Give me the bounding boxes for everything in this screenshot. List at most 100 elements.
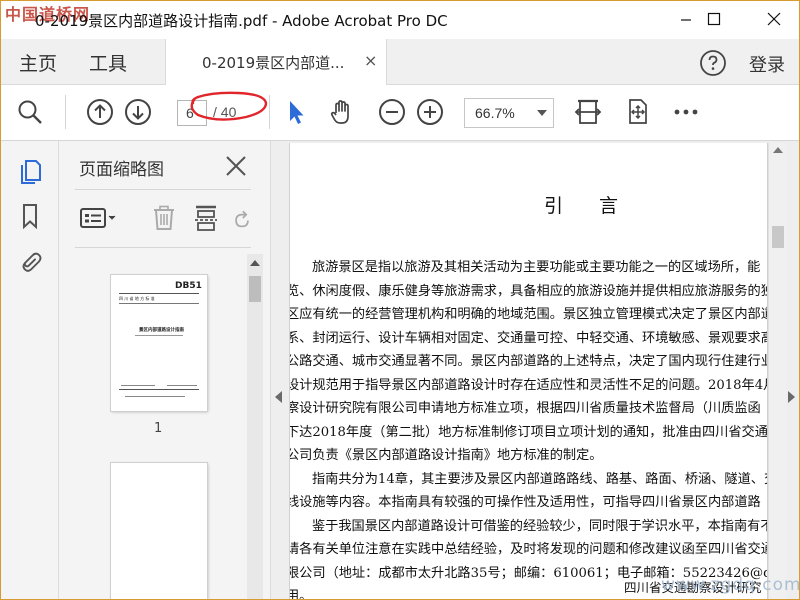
document-text-line: 旅游景区是指以旅游及其相关活动为主要功能或主要功能之一的区域场所，能 [312,260,761,275]
maximize-icon [707,12,721,26]
scroll-up-icon[interactable] [250,260,260,266]
login-button[interactable]: 登录 [749,51,785,77]
close-icon [767,12,781,26]
document-scrollbar[interactable] [768,143,786,599]
thumbnail-standard-code: DB51 [175,281,202,291]
thumbnail-rule [119,293,199,294]
chevron-down-icon[interactable] [537,110,547,116]
document-view: 引言 旅游景区是指以旅游及其相关活动为主要功能或主要功能之一的区域场所，能览、休… [271,141,799,600]
document-text-line: 览、休闲度假、康乐健身等旅游需求，具备相应的旅游设施并提供相应旅游服务的独 [289,283,768,299]
search-button[interactable] [15,97,45,127]
document-text-line: 指南共分为14章，其主要涉及景区内部道路路线、路基、路面、桥涵、隧道、交 [312,471,768,487]
page-break-icon [195,205,217,231]
home-tab[interactable]: 主页 [19,49,57,76]
document-text-line: 公路交通、城市交通显著不同。景区内部道路的上述特点，决定了国内现行住建行业 [289,354,768,369]
collapse-right-panel-icon[interactable] [788,391,795,403]
document-text-line: 公司负责《景区内部道路设计指南》地方标准的制定。 [289,448,603,463]
thumbnail-text-line [121,385,155,386]
thumbnail-rule [119,389,199,390]
thumbnail-page-2[interactable] [111,463,207,599]
main-toolbar: 6 / 40 66.7% [1,85,799,141]
site-watermark-bottom: www.zgdq.com [661,575,800,595]
close-window-button[interactable] [751,1,797,37]
help-icon[interactable] [699,49,727,77]
document-text-line: 鉴于我国景区内部道路设计可借鉴的经验较少，同时限于学识水平，本指南有不 [312,518,768,534]
thumbnail-text-line [167,385,197,386]
thumbnail-text-line [135,335,183,336]
document-text-line: 线设施等内容。本指南具有较强的可操作性及适用性，可指导四川省景区内部道路 [289,495,761,510]
hand-icon [330,100,349,124]
arrow-up-circle-icon [87,99,113,125]
attachments-button[interactable] [15,245,45,275]
page-thumbnails-button[interactable] [15,155,45,185]
thumbnail-options-button[interactable] [79,203,121,233]
thumbnail-page-number: 1 [154,421,163,436]
page-heading: 引言 [544,195,655,217]
acrobat-logo-icon [7,7,23,23]
insert-pages-button[interactable] [191,203,221,233]
select-tool-button[interactable] [281,97,311,127]
bookmark-icon [23,204,37,230]
document-tab[interactable]: 0-2019景区内部道... × [165,39,387,85]
document-text-line: 设计规范用于指导景区内部道路设计时存在适应性和灵活性不足的问题。2018年4月 [289,377,768,393]
tools-tab[interactable]: 工具 [89,49,127,76]
collapse-left-panel-icon[interactable] [275,391,282,403]
document-text-line: 用。 [290,589,313,600]
panel-divider [75,247,251,248]
panel-title: 页面缩略图 [79,160,164,180]
document-scrollbar-thumb[interactable] [772,226,784,248]
paperclip-icon [22,252,42,272]
panel-divider [75,189,251,190]
acrobat-window: 中国道桥网 0-2019景区内部道路设计指南.pdf - Adobe Acrob… [0,0,800,600]
red-annotation-ellipse [190,91,268,121]
minus-circle-icon [379,99,405,125]
cursor-arrow-icon [290,101,304,124]
rotate-pages-button[interactable] [231,203,253,233]
document-text-line: 请各有关单位注意在实践中总结经验，及时将发现的问题和修改建议函至四川省交通 [289,542,768,557]
more-dots-icon [674,109,698,115]
thumbnail-heading-line: 四 川 省 地 方 标 准 [119,296,155,301]
window-title: 0-2019景区内部道路设计指南.pdf - Adobe Acrobat Pro… [35,12,448,30]
document-tab-label: 0-2019景区内部道... [202,54,345,72]
tab-bar: 主页 工具 0-2019景区内部道... × 登录 [1,39,799,85]
thumbnail-rule [119,303,199,304]
page-thumbnails-panel: 页面缩略图 DB51 四 川 省 地 方 标 准 景区内部道路设计指南 1 [59,141,271,599]
thumbnail-document-title: 景区内部道路设计指南 [139,328,184,333]
hand-tool-button[interactable] [327,97,357,127]
full-screen-button[interactable] [623,97,653,127]
more-tools-button[interactable] [671,97,701,127]
thumbnail-text-line [125,396,185,397]
previous-page-button[interactable] [85,97,115,127]
zoom-out-button[interactable] [377,97,407,127]
thumbnail-toolbar [59,197,271,241]
search-icon [18,100,42,124]
fit-width-icon [574,99,602,124]
plus-circle-icon [417,99,443,125]
left-navigation-rail [1,141,59,599]
next-page-button[interactable] [123,97,153,127]
close-panel-button[interactable] [223,153,249,179]
delete-pages-button[interactable] [149,203,179,233]
arrow-down-circle-icon [125,99,151,125]
maximize-button[interactable] [691,1,737,37]
close-tab-button[interactable]: × [364,51,377,70]
document-text-line: 察设计研究院有限公司申请地方标准立项，根据四川省质量技术监督局（川质监函 [289,401,761,416]
document-text-line: 下达2018年度（第二批）地方标准制修订项目立项计划的通知，批准由四川省交通勘 [289,424,768,440]
trash-icon [154,205,174,230]
document-page: 引言 旅游景区是指以旅游及其相关活动为主要功能或主要功能之一的区域场所，能览、休… [289,143,768,600]
document-text-line: 系、封闭运行、设计车辆相对固定、交通量可控、中轻交通、环境敏感、景观要求高 [289,330,768,346]
document-text-line: 区应有统一的经营管理机构和明确的地域范围。景区独立管理模式决定了景区内部道 [289,307,768,322]
scroll-up-icon[interactable] [773,147,783,153]
fit-page-button[interactable] [573,97,603,127]
page-thumbnails-icon [21,160,41,184]
title-bar: 中国道桥网 0-2019景区内部道路设计指南.pdf - Adobe Acrob… [1,1,799,39]
thumbnail-scrollbar-thumb[interactable] [249,276,261,302]
toolbar-divider [65,95,66,129]
thumbnail-page-1[interactable]: DB51 四 川 省 地 方 标 准 景区内部道路设计指南 [111,275,207,411]
expand-page-icon [629,99,647,124]
zoom-in-button[interactable] [415,97,445,127]
options-menu-icon [80,208,116,228]
thumbnail-scrollbar[interactable] [247,254,263,599]
bookmarks-button[interactable] [15,201,45,231]
rotate-icon [235,210,249,228]
